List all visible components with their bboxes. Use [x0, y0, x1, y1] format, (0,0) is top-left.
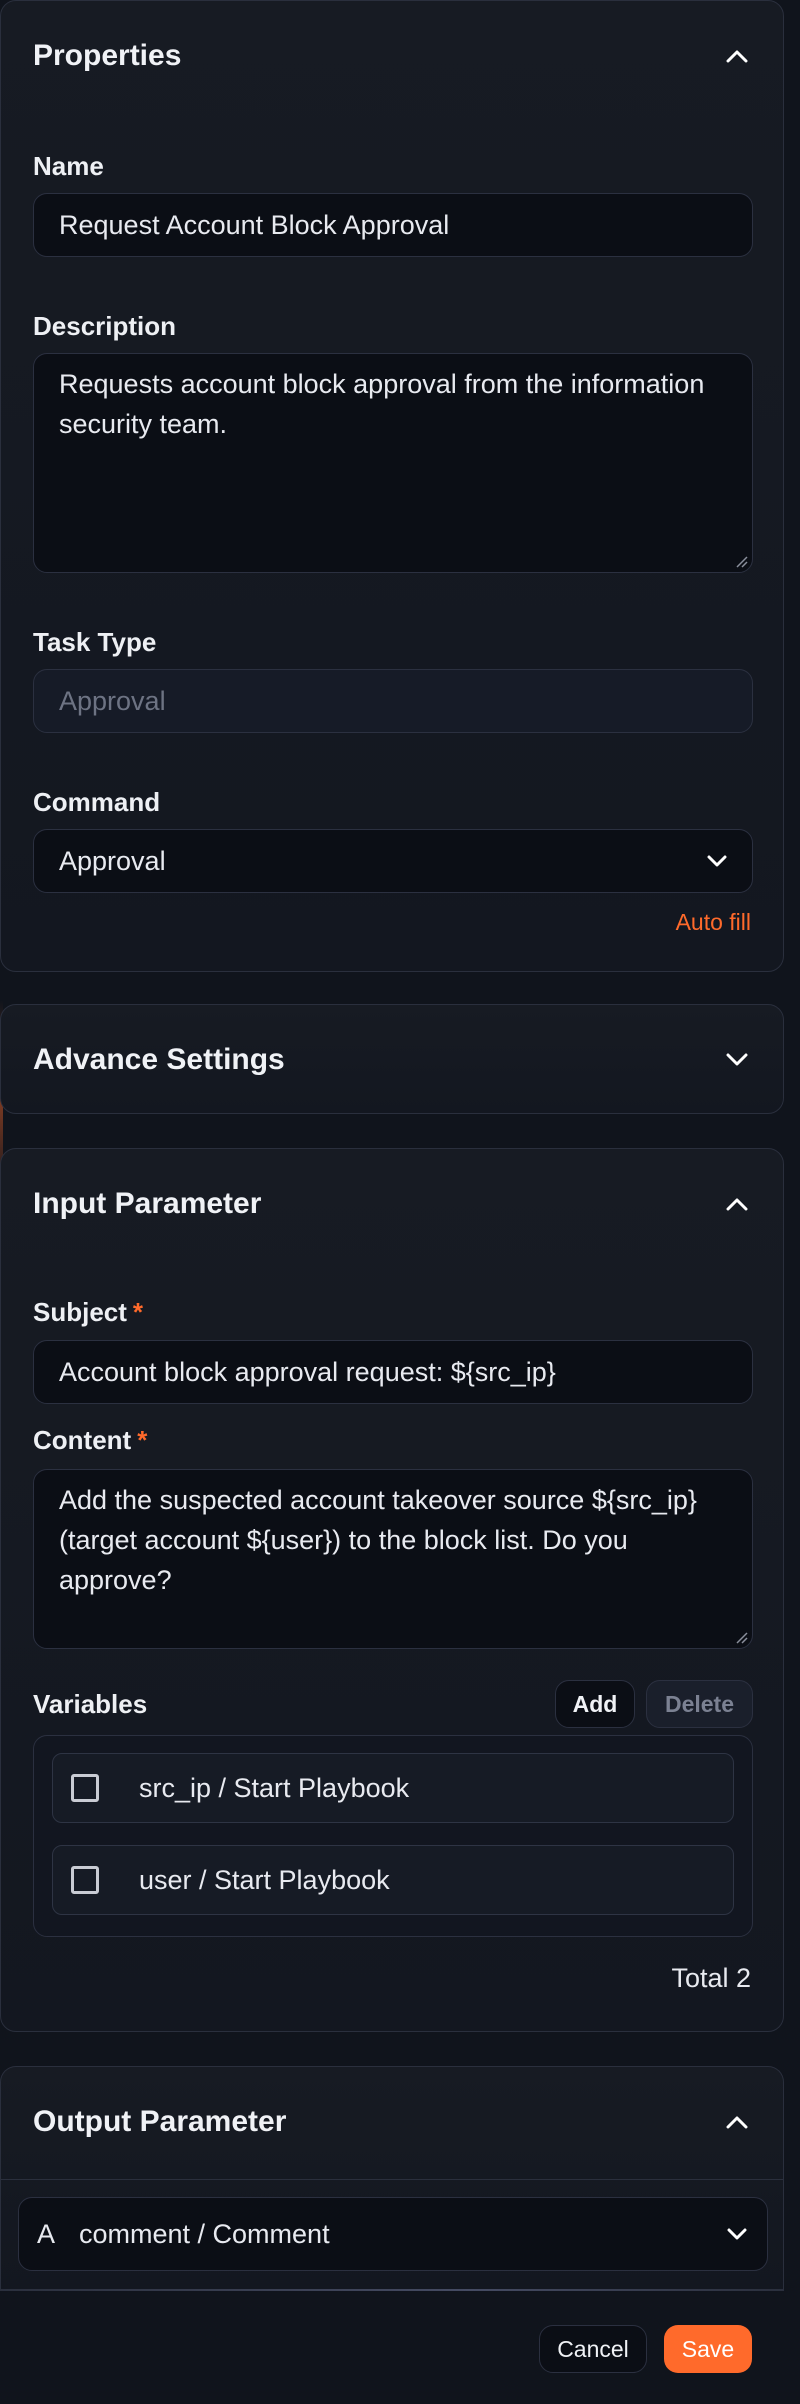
output-item-label: comment / Comment [79, 2218, 330, 2249]
name-label: Name [33, 151, 104, 181]
variables-label: Variables [33, 1689, 148, 1719]
variable-label: src_ip / Start Playbook [139, 1772, 410, 1803]
resize-handle-icon[interactable] [734, 1630, 748, 1644]
output-parameter-panel: Output Parameter A comment / Comment [0, 2066, 784, 2290]
command-value: Approval [59, 845, 166, 876]
properties-title: Properties [33, 39, 182, 72]
chevron-up-icon[interactable] [723, 42, 751, 70]
add-variable-button[interactable]: Add [555, 1680, 635, 1728]
auto-fill-link[interactable]: Auto fill [676, 909, 751, 936]
subject-label: Subject * [33, 1297, 143, 1328]
variables-total: Total 2 [671, 1963, 751, 1993]
output-parameter-title: Output Parameter [33, 2105, 287, 2138]
chevron-up-icon[interactable] [723, 1190, 751, 1218]
content-label: Content * [33, 1425, 147, 1456]
subject-value: Account block approval request: ${src_ip… [59, 1356, 556, 1387]
chevron-up-icon[interactable] [723, 2108, 751, 2136]
chevron-down-icon[interactable] [727, 2228, 747, 2240]
content-textarea[interactable]: Add the suspected account takeover sourc… [33, 1469, 753, 1649]
command-label: Command [33, 787, 161, 817]
name-value: Request Account Block Approval [59, 209, 450, 240]
advance-settings-panel: Advance Settings [0, 1004, 784, 1114]
input-parameter-panel: Input Parameter Subject * Account block a… [0, 1148, 784, 2032]
content-value: Add the suspected account takeover sourc… [59, 1485, 697, 1595]
required-mark: * [137, 1425, 148, 1455]
type-badge: A [37, 2218, 56, 2249]
description-label: Description [33, 311, 177, 341]
checkbox[interactable] [71, 1866, 99, 1894]
list-item[interactable]: src_ip / Start Playbook [52, 1753, 734, 1823]
advance-settings-title: Advance Settings [33, 1043, 285, 1076]
task-type-value: Approval [59, 685, 166, 716]
advance-settings-header[interactable]: Advance Settings [33, 1040, 751, 1080]
input-parameter-title: Input Parameter [33, 1187, 262, 1220]
checkbox[interactable] [71, 1774, 99, 1802]
required-mark: * [132, 1297, 144, 1327]
save-button[interactable]: Save [664, 2325, 752, 2373]
properties-header[interactable]: Properties [33, 36, 751, 76]
description-textarea[interactable]: Requests account block approval from the… [33, 353, 753, 573]
cancel-button[interactable]: Cancel [539, 2325, 647, 2373]
list-item[interactable]: user / Start Playbook [52, 1845, 734, 1915]
command-select[interactable]: Approval [33, 829, 753, 893]
content-label-text: Content [33, 1425, 132, 1455]
task-type-label: Task Type [33, 627, 157, 657]
name-input[interactable]: Request Account Block Approval [33, 193, 753, 257]
output-parameter-header[interactable]: Output Parameter [33, 2102, 751, 2142]
properties-panel: Properties Name Request Account Block Ap… [0, 0, 784, 972]
divider [1, 2179, 783, 2180]
chevron-down-icon [707, 855, 727, 867]
output-item[interactable]: A comment / Comment [18, 2197, 768, 2271]
chevron-down-icon[interactable] [723, 1046, 751, 1074]
delete-variable-button[interactable]: Delete [646, 1680, 753, 1728]
variables-list: src_ip / Start Playbook user / Start Pla… [33, 1735, 753, 1937]
subject-input[interactable]: Account block approval request: ${src_ip… [33, 1340, 753, 1404]
task-type-input: Approval [33, 669, 753, 733]
description-value: Requests account block approval from the… [59, 369, 705, 439]
subject-label-text: Subject [33, 1297, 127, 1327]
footer-divider [0, 2289, 784, 2291]
resize-handle-icon[interactable] [734, 554, 748, 568]
input-parameter-header[interactable]: Input Parameter [33, 1184, 751, 1224]
variable-label: user / Start Playbook [139, 1864, 390, 1895]
